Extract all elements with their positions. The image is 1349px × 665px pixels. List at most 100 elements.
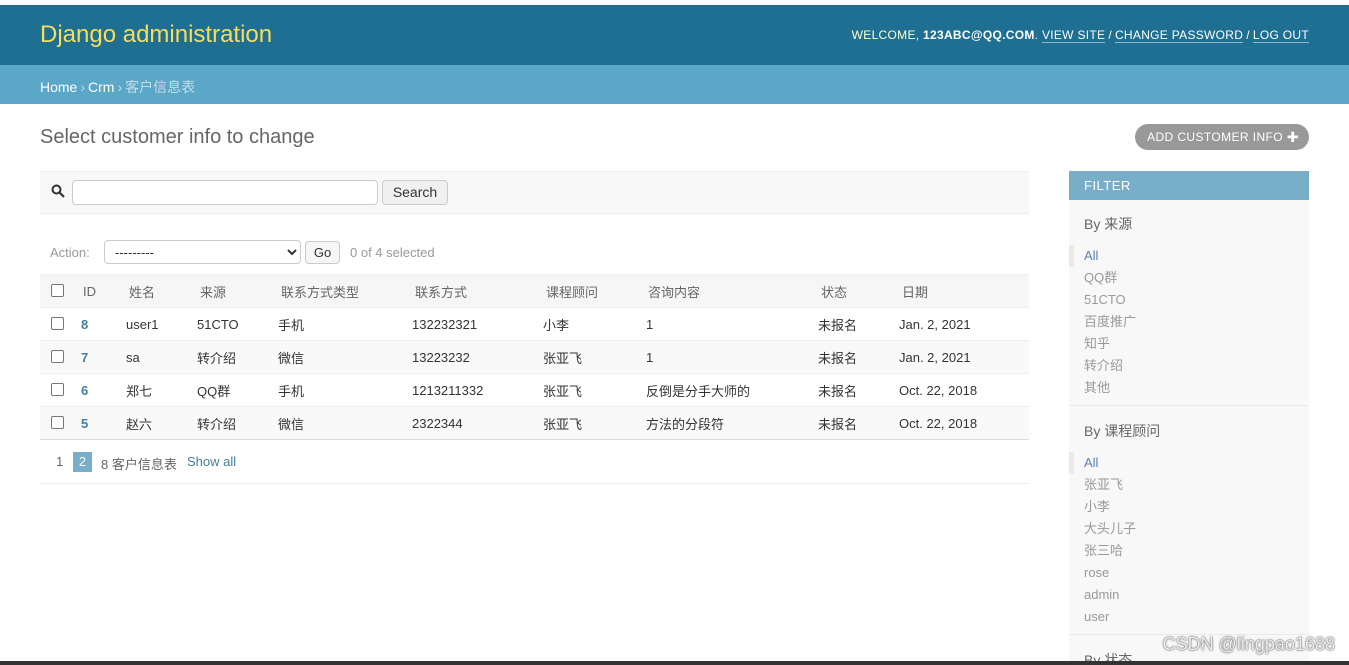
row-checkbox[interactable] [51,382,64,396]
action-select[interactable]: --------- [104,240,301,264]
view-site-link[interactable]: View site [1041,28,1106,43]
user-tools: Welcome, 123abc@qq.com. View site / Change… [851,28,1309,43]
filter-group-title: By 课程顾问 [1084,423,1161,439]
cell-content: 方法的分段符 [642,406,818,440]
breadcrumb-app[interactable]: Crm [88,79,114,95]
add-button-label: Add customer info [1147,130,1283,144]
column-header[interactable]: 状态 [818,274,899,308]
cell-name: 郑七 [126,373,197,407]
cell-date: Oct. 22, 2018 [899,373,1029,407]
actions-bar: Action: --------- Go 0 of 4 selected [40,237,1029,267]
row-id-link[interactable]: 7 [81,350,88,365]
column-header[interactable]: 日期 [899,274,1029,308]
column-header[interactable]: ID [79,274,126,308]
cell-contact: 2322344 [412,406,543,440]
column-header[interactable]: 来源 [197,274,278,308]
filter-group-consultant: By 课程顾问 All 张亚飞 小李 大头儿子 张三哈 rose admin u… [1069,421,1309,635]
search-toolbar: Search [40,171,1029,214]
row-id-link[interactable]: 6 [81,383,88,398]
filter-option[interactable]: 知乎 [1084,333,1309,355]
filter-group-title: By 来源 [1084,216,1133,232]
select-all-checkbox[interactable] [51,283,64,297]
action-label: Action: [50,245,90,260]
cell-consultant: 张亚飞 [543,340,642,374]
row-select-cell [40,340,79,374]
row-checkbox[interactable] [51,349,64,363]
row-select-cell [40,406,79,440]
filter-option-all[interactable]: All [1069,245,1309,267]
result-count: 8 客户信息表 [101,457,177,472]
bottom-edge [0,661,1349,665]
site-name[interactable]: Django administration [40,21,272,49]
go-button[interactable]: Go [305,241,340,264]
search-button[interactable]: Search [382,180,448,205]
column-header[interactable]: 联系方式类型 [278,274,412,308]
row-select-cell [40,373,79,407]
filter-option[interactable]: 百度推广 [1084,311,1309,333]
plus-icon: ✚ [1286,129,1299,145]
log-out-link[interactable]: Log out [1252,28,1309,43]
cell-name: user1 [126,307,197,341]
cell-date: Jan. 2, 2021 [899,307,1029,341]
column-header[interactable]: 课程顾问 [543,274,642,308]
column-header[interactable]: 姓名 [126,274,197,308]
username: 123abc@qq.com [923,28,1035,42]
row-select-cell [40,307,79,341]
current-page: 2 [73,452,92,472]
filter-option[interactable]: 小李 [1084,496,1309,518]
filter-option[interactable]: 其他 [1084,377,1309,399]
filter-option[interactable]: user [1084,606,1309,628]
cell-status: 未报名 [818,340,899,374]
filter-option[interactable]: 张三哈 [1084,540,1309,562]
breadcrumb-home[interactable]: Home [40,79,77,95]
add-customer-info-button[interactable]: Add customer info ✚ [1135,124,1309,150]
cell-contact: 132232321 [412,307,543,341]
filter-option[interactable]: 51CTO [1084,289,1309,311]
row-id-link[interactable]: 8 [81,317,88,332]
search-input[interactable] [72,180,378,205]
watermark: CSDN @lingpao1688 [1162,634,1335,654]
filter-option[interactable]: 大头儿子 [1084,518,1309,540]
cell-status: 未报名 [818,307,899,341]
filter-option[interactable]: QQ群 [1084,267,1309,289]
show-all-link[interactable]: Show all [187,454,236,469]
cell-date: Jan. 2, 2021 [899,340,1029,374]
cell-contact: 1213211332 [412,373,543,407]
page-link-1[interactable]: 1 [56,454,63,469]
filter-option[interactable]: 张亚飞 [1084,474,1309,496]
result-table: ID 姓名 来源 联系方式类型 联系方式 课程顾问 咨询内容 状态 日期 8 u… [40,274,1029,440]
paginator: 1 2 8 客户信息表 Show all [40,448,1029,484]
filter-title: Filter [1069,171,1309,200]
cell-status: 未报名 [818,373,899,407]
table-row: 5 赵六 转介绍 微信 2322344 张亚飞 方法的分段符 未报名 Oct. … [40,406,1029,440]
cell-contact-type: 手机 [278,373,412,407]
cell-consultant: 张亚飞 [543,406,642,440]
cell-content: 1 [642,307,818,341]
column-header[interactable]: 联系方式 [412,274,543,308]
filter-option-all[interactable]: All [1069,452,1309,474]
selection-counter: 0 of 4 selected [350,245,435,260]
column-header[interactable]: 咨询内容 [642,274,818,308]
cell-source: 51CTO [197,307,278,341]
row-id-link[interactable]: 5 [81,416,88,431]
breadcrumb-current: 客户信息表 [125,79,196,95]
row-checkbox[interactable] [51,316,64,330]
filter-option[interactable]: 转介绍 [1084,355,1309,377]
filter-list: All 张亚飞 小李 大头儿子 张三哈 rose admin user [1069,452,1309,635]
cell-source: 转介绍 [197,340,278,374]
cell-source: 转介绍 [197,406,278,440]
cell-contact-type: 微信 [278,406,412,440]
cell-consultant: 小李 [543,307,642,341]
filter-option[interactable]: rose [1084,562,1309,584]
filter-sidebar: Filter By 来源 All QQ群 51CTO 百度推广 知乎 转介绍 其… [1069,171,1309,665]
filter-option[interactable]: admin [1084,584,1309,606]
cell-source: QQ群 [197,373,278,407]
row-checkbox[interactable] [51,415,64,429]
cell-name: 赵六 [126,406,197,440]
filter-group-source: By 来源 All QQ群 51CTO 百度推广 知乎 转介绍 其他 [1069,214,1309,406]
table-header-row: ID 姓名 来源 联系方式类型 联系方式 课程顾问 咨询内容 状态 日期 [40,274,1029,308]
cell-status: 未报名 [818,406,899,440]
search-icon [51,184,65,198]
change-password-link[interactable]: Change password [1114,28,1244,43]
cell-contact-type: 微信 [278,340,412,374]
